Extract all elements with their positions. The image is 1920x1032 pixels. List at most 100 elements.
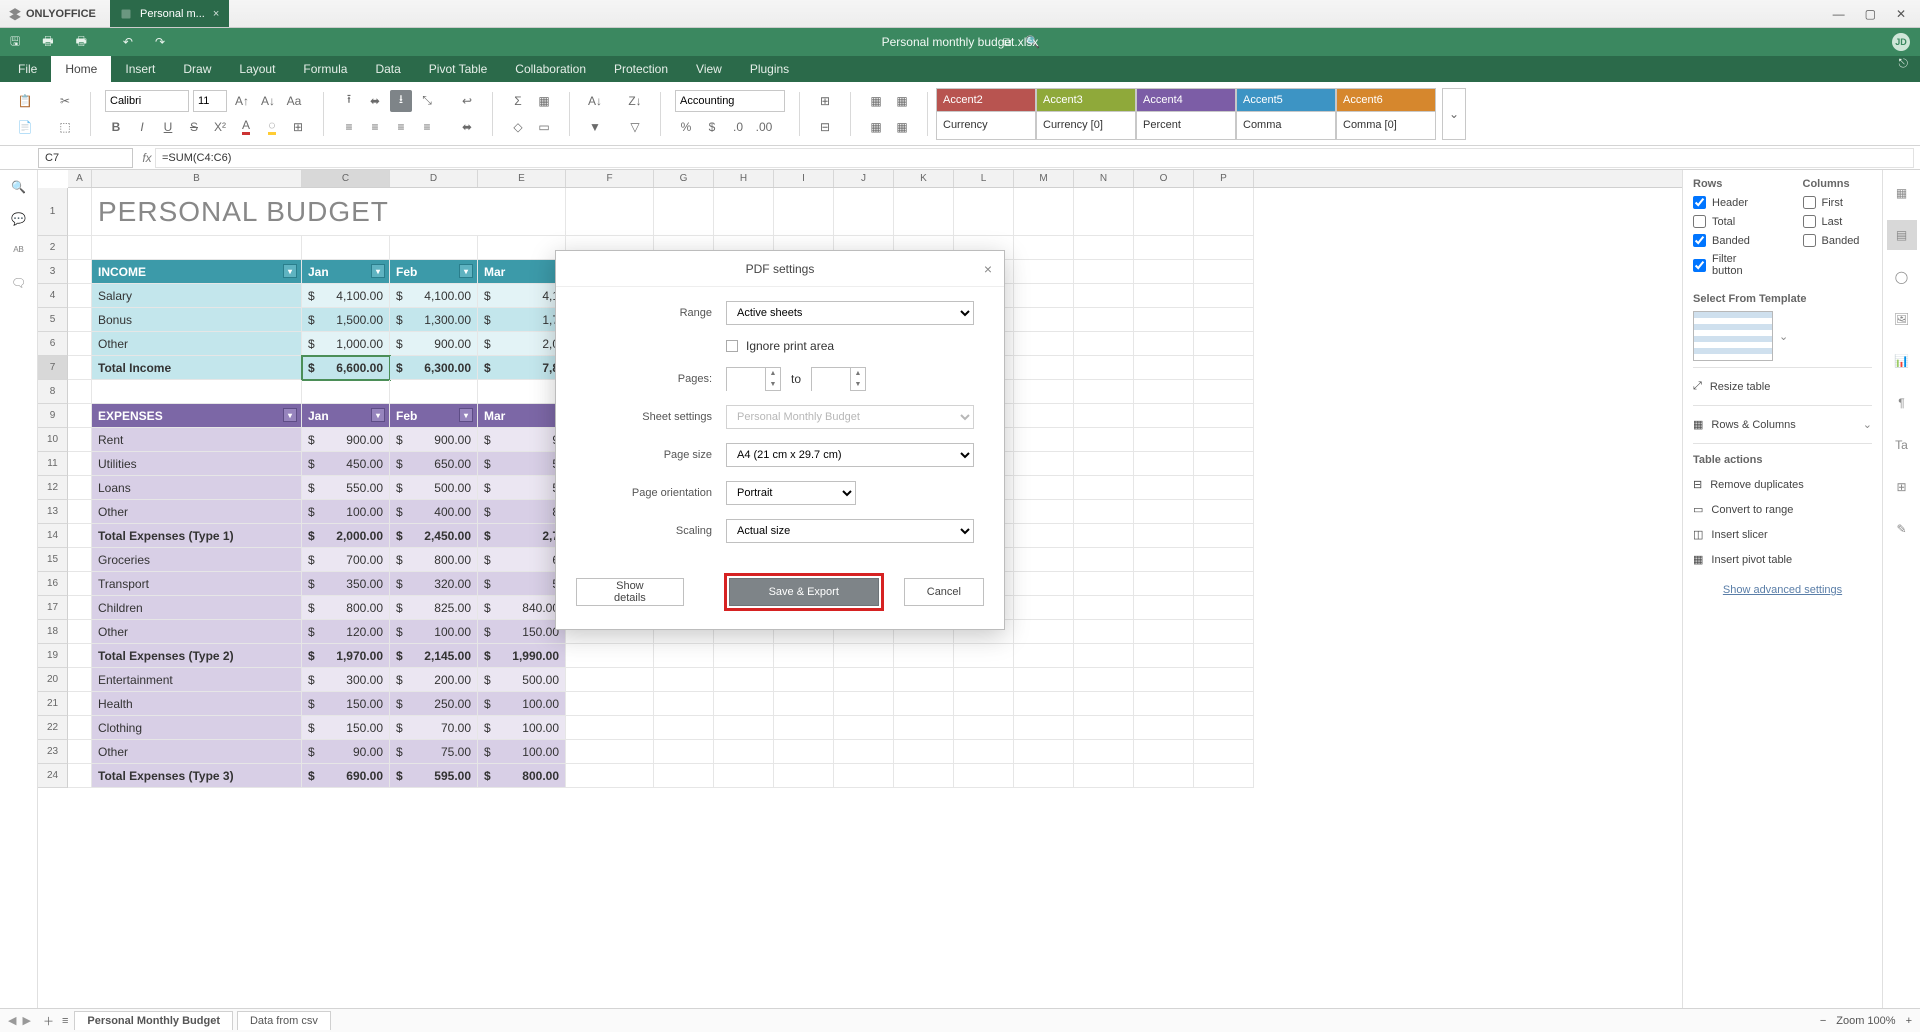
cell[interactable]: Bonus	[92, 308, 302, 332]
row-header[interactable]: 15	[38, 548, 68, 572]
sum-icon[interactable]: Σ	[507, 90, 529, 112]
comments-icon[interactable]: 💬	[11, 212, 26, 226]
cell[interactable]: Other	[92, 620, 302, 644]
cell[interactable]	[302, 236, 390, 260]
find-icon[interactable]: 🔍	[11, 180, 26, 194]
row-header[interactable]: 16	[38, 572, 68, 596]
cell[interactable]: Groceries	[92, 548, 302, 572]
cell[interactable]: $1,970.00	[302, 644, 390, 668]
cell[interactable]: $900.00	[302, 428, 390, 452]
cell[interactable]: $800.00	[302, 596, 390, 620]
save-export-button[interactable]: Save & Export	[729, 578, 879, 606]
cell[interactable]: Total Expenses (Type 1)	[92, 524, 302, 548]
cell[interactable]: $1,500.00	[302, 308, 390, 332]
cell[interactable]: $2,0	[478, 332, 566, 356]
remove-duplicates-button[interactable]: ⊟Remove duplicates	[1693, 472, 1872, 497]
cell[interactable]	[1014, 356, 1074, 380]
cell[interactable]: $550.00	[302, 476, 390, 500]
merge-icon[interactable]: ⬌	[456, 116, 478, 138]
align-top-icon[interactable]: ⭱	[338, 90, 360, 112]
cell[interactable]	[1194, 380, 1254, 404]
menu-formula[interactable]: Formula	[289, 56, 361, 82]
cell[interactable]	[1134, 332, 1194, 356]
print-icon[interactable]: 🖶	[42, 32, 53, 53]
cut-icon[interactable]: ✂	[54, 90, 76, 112]
cell[interactable]	[1134, 692, 1194, 716]
cell[interactable]	[1134, 620, 1194, 644]
copy-icon[interactable]: 📋	[14, 90, 36, 112]
cell[interactable]	[566, 692, 654, 716]
cell[interactable]	[1074, 500, 1134, 524]
cell[interactable]: Jan▾	[302, 404, 390, 428]
cell[interactable]	[1014, 188, 1074, 236]
cell[interactable]	[1074, 332, 1134, 356]
advanced-settings-link[interactable]: Show advanced settings	[1693, 584, 1872, 596]
cell[interactable]	[1074, 188, 1134, 236]
pivot-settings-icon[interactable]: ⊞	[1887, 472, 1917, 502]
cell[interactable]	[954, 716, 1014, 740]
cond-format-icon[interactable]: ▦	[865, 90, 887, 112]
cell[interactable]	[1134, 236, 1194, 260]
fill-icon[interactable]: ▦	[533, 90, 555, 112]
row-header[interactable]: 17	[38, 596, 68, 620]
cell[interactable]	[1134, 644, 1194, 668]
dec-decrease-icon[interactable]: .0	[727, 116, 749, 138]
cell[interactable]: Salary	[92, 284, 302, 308]
cell[interactable]	[68, 260, 92, 284]
sort-asc-icon[interactable]: A↓	[584, 90, 606, 112]
cell[interactable]	[478, 380, 566, 404]
cell[interactable]: $4,100.00	[302, 284, 390, 308]
menu-draw[interactable]: Draw	[169, 56, 225, 82]
cell[interactable]	[954, 740, 1014, 764]
cell[interactable]: $595.00	[390, 764, 478, 788]
open-file-icon[interactable]: ⎋	[1899, 56, 1909, 71]
cell[interactable]	[1134, 428, 1194, 452]
cell[interactable]	[1194, 452, 1254, 476]
delete-cells-icon[interactable]: ⊟	[814, 116, 836, 138]
cell[interactable]	[1074, 236, 1134, 260]
total-checkbox[interactable]: Total	[1693, 215, 1763, 228]
cell[interactable]: $150.00	[302, 716, 390, 740]
cell[interactable]	[714, 668, 774, 692]
cell[interactable]: $5	[478, 572, 566, 596]
cell[interactable]	[68, 548, 92, 572]
styles-more-button[interactable]: ⌄	[1442, 88, 1466, 140]
fill-color-button[interactable]: ◌	[261, 116, 283, 138]
close-window-button[interactable]: ✕	[1896, 7, 1906, 21]
minimize-button[interactable]: —	[1833, 7, 1845, 21]
cell[interactable]	[68, 188, 92, 236]
row-header[interactable]: 18	[38, 620, 68, 644]
last-checkbox[interactable]: Last	[1803, 215, 1873, 228]
formula-input[interactable]: =SUM(C4:C6)	[155, 148, 1914, 168]
col-header-P[interactable]: P	[1194, 170, 1254, 187]
italic-button[interactable]: I	[131, 116, 153, 138]
cell[interactable]	[954, 188, 1014, 236]
cell[interactable]	[1014, 548, 1074, 572]
cell[interactable]: $200.00	[390, 668, 478, 692]
scaling-select[interactable]: Actual size	[726, 519, 974, 543]
cell[interactable]	[1074, 356, 1134, 380]
sheet-tab[interactable]: Personal Monthly Budget	[74, 1011, 233, 1030]
row-header[interactable]: 3	[38, 260, 68, 284]
cell[interactable]	[1134, 356, 1194, 380]
cell[interactable]	[1134, 716, 1194, 740]
cell[interactable]	[1014, 308, 1074, 332]
cell[interactable]	[834, 644, 894, 668]
cell[interactable]	[68, 596, 92, 620]
cell[interactable]	[1074, 524, 1134, 548]
menu-pivot-table[interactable]: Pivot Table	[415, 56, 501, 82]
cell[interactable]	[1134, 380, 1194, 404]
cell[interactable]	[1134, 740, 1194, 764]
percent-icon[interactable]: %	[675, 116, 697, 138]
menu-home[interactable]: Home	[51, 56, 111, 82]
cell[interactable]	[302, 380, 390, 404]
col-header-A[interactable]: A	[68, 170, 92, 187]
cell[interactable]	[1014, 668, 1074, 692]
cell[interactable]: $100.00	[478, 692, 566, 716]
cell[interactable]	[566, 740, 654, 764]
filter-checkbox[interactable]: Filter button	[1693, 253, 1763, 277]
cell[interactable]	[68, 668, 92, 692]
dialog-close-icon[interactable]: ×	[984, 261, 992, 277]
slicer-settings-icon[interactable]: ✎	[1887, 514, 1917, 544]
cell[interactable]	[1134, 260, 1194, 284]
